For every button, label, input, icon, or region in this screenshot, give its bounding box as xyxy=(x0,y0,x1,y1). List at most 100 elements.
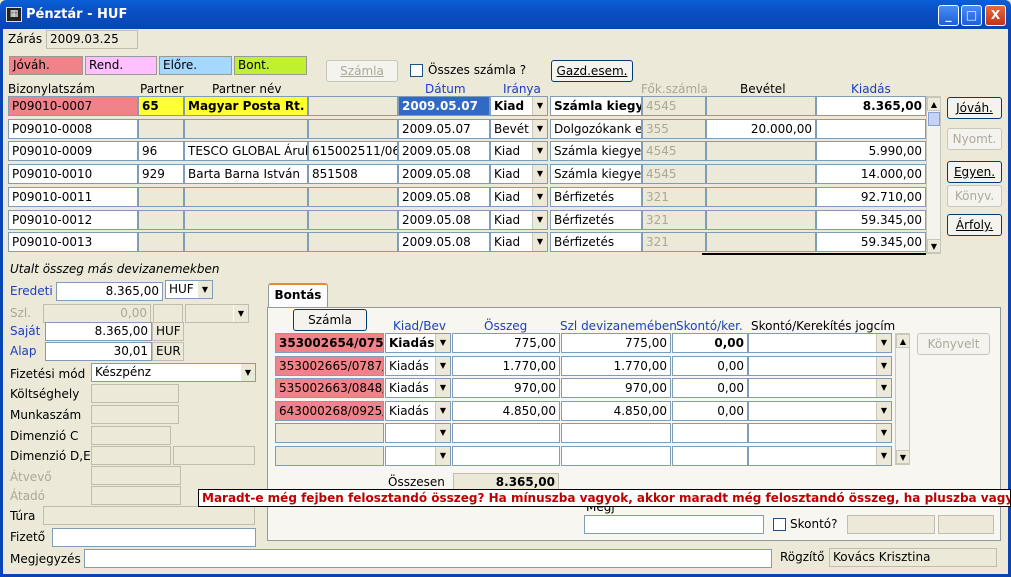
dimenzio-d-field[interactable] xyxy=(91,446,171,465)
bontas-cell-irany[interactable]: ▼ xyxy=(385,445,451,466)
cell-bev[interactable] xyxy=(706,164,816,185)
dropdown-arrow-icon[interactable]: ▼ xyxy=(532,233,547,252)
cell-kiad[interactable]: 59.345,00 xyxy=(816,232,926,253)
fizeto-field[interactable] xyxy=(52,528,256,547)
koltseghely-field[interactable] xyxy=(91,384,179,403)
bontas-cell-szl[interactable]: 4.850,00 xyxy=(561,400,671,421)
cell-kiad[interactable] xyxy=(816,118,926,139)
scroll-up-icon[interactable]: ▲ xyxy=(927,97,941,111)
dropdown-arrow-icon[interactable]: ▼ xyxy=(435,446,450,465)
dropdown-arrow-icon[interactable]: ▼ xyxy=(876,446,891,465)
cell-desc[interactable]: Számla kiegyenlítés xyxy=(550,96,642,116)
dropdown-arrow-icon[interactable]: ▼ xyxy=(532,165,547,184)
cell-datum[interactable]: 2009.05.07 xyxy=(398,96,490,116)
dropdown-arrow-icon[interactable]: ▼ xyxy=(435,401,450,420)
cell-kiad[interactable]: 14.000,00 xyxy=(816,164,926,185)
cell-partner[interactable] xyxy=(138,186,184,207)
cell-nev[interactable] xyxy=(184,232,308,253)
dropdown-arrow-icon[interactable]: ▼ xyxy=(532,210,547,229)
bontas-cell-szl[interactable] xyxy=(561,423,671,443)
cell-datum[interactable]: 2009.05.08 xyxy=(398,186,490,207)
cell-datum[interactable]: 2009.05.08 xyxy=(398,141,490,162)
fizetesi-mod-select[interactable]: Készpénz ▼ xyxy=(91,363,256,382)
dropdown-arrow-icon[interactable]: ▼ xyxy=(435,334,450,352)
bontas-cell-irany[interactable]: ▼ xyxy=(385,423,451,443)
cell-desc[interactable]: Bérfizetés xyxy=(550,186,642,207)
bontas-cell-szl[interactable]: 970,00 xyxy=(561,378,671,398)
bontas-cell-szamla[interactable]: 643000268/0925/0 xyxy=(275,400,384,421)
konyv-button[interactable]: Könyv. xyxy=(947,185,1002,207)
cell-irany[interactable]: Kiad ▼ xyxy=(490,96,548,116)
cell-bev[interactable] xyxy=(706,96,816,116)
bontas-cell-szamla[interactable]: 353002654/0755/0 xyxy=(275,333,384,353)
cell-fok[interactable]: 355 xyxy=(642,118,706,139)
cell-irany[interactable]: Kiad ▼ xyxy=(490,232,548,253)
bontas-cell-osszeg[interactable]: 4.850,00 xyxy=(452,400,560,421)
osszes-szamla-checkbox[interactable] xyxy=(410,64,423,77)
dimenzio-c-field[interactable] xyxy=(91,426,171,445)
cell-bev[interactable] xyxy=(706,232,816,253)
sajat-value[interactable]: 8.365,00 xyxy=(45,322,152,341)
bontas-cell-irany[interactable]: Kiadás ▼ xyxy=(385,400,451,421)
cell-extra[interactable] xyxy=(308,209,398,230)
tab-bontas[interactable]: Bontás xyxy=(268,283,328,308)
egyen-button[interactable]: Egyen. xyxy=(947,161,1002,183)
cell-bev[interactable]: 20.000,00 xyxy=(706,118,816,139)
dropdown-arrow-icon[interactable]: ▼ xyxy=(532,119,547,138)
cell-kiad[interactable]: 92.710,00 xyxy=(816,186,926,207)
bontas-cell-skonto[interactable] xyxy=(672,445,748,466)
cell-partner[interactable]: 65 xyxy=(138,96,184,116)
scroll-down-icon[interactable]: ▼ xyxy=(927,239,941,253)
cell-nev[interactable] xyxy=(184,209,308,230)
cell-kiad[interactable]: 8.365,00 xyxy=(816,96,926,116)
dropdown-arrow-icon[interactable]: ▼ xyxy=(435,379,450,397)
bontas-cell-irany[interactable]: Kiadás ▼ xyxy=(385,378,451,398)
cell-nev[interactable] xyxy=(184,118,308,139)
cell-biz[interactable]: P09010-0010 xyxy=(8,164,138,185)
szamla-button[interactable]: Számla xyxy=(326,60,398,82)
bontas-cell-osszeg[interactable] xyxy=(452,445,560,466)
bontas-cell-szl[interactable]: 1.770,00 xyxy=(561,355,671,376)
cell-desc[interactable]: Számla kiegyenlítés xyxy=(550,141,642,162)
cell-fok[interactable]: 321 xyxy=(642,186,706,207)
bontas-cell-skonto[interactable] xyxy=(672,423,748,443)
dimenzio-e-field[interactable] xyxy=(173,446,255,465)
dropdown-arrow-icon[interactable]: ▼ xyxy=(876,379,891,397)
arfoly-button[interactable]: Árfoly. xyxy=(947,214,1002,236)
dropdown-arrow-icon[interactable]: ▼ xyxy=(532,142,547,161)
cell-nev[interactable] xyxy=(184,186,308,207)
cell-bev[interactable] xyxy=(706,141,816,162)
cell-irany[interactable]: Bevét ▼ xyxy=(490,118,548,139)
cell-irany[interactable]: Kiad ▼ xyxy=(490,141,548,162)
bontas-cell-jogcim[interactable]: ▼ xyxy=(748,445,892,466)
bontas-cell-szamla[interactable]: 535002663/0848/0 xyxy=(275,378,384,398)
skonto-extra-field[interactable] xyxy=(938,515,994,534)
bontas-cell-szamla[interactable] xyxy=(275,445,384,466)
bontas-cell-osszeg[interactable] xyxy=(452,423,560,443)
cell-extra[interactable] xyxy=(308,118,398,139)
bontas-cell-skonto[interactable]: 0,00 xyxy=(672,333,748,353)
cell-fok[interactable]: 321 xyxy=(642,209,706,230)
cell-irany[interactable]: Kiad ▼ xyxy=(490,164,548,185)
bontas-szamla-button[interactable]: Számla xyxy=(293,309,367,331)
bontas-cell-jogcim[interactable]: ▼ xyxy=(748,378,892,398)
bontas-cell-szl[interactable]: 775,00 xyxy=(561,333,671,353)
skonto-checkbox[interactable] xyxy=(773,518,786,531)
scroll-thumb[interactable] xyxy=(928,112,940,126)
szl-currency-select[interactable]: ▼ xyxy=(185,304,249,323)
megj-field[interactable] xyxy=(584,515,764,534)
cell-kiad[interactable]: 59.345,00 xyxy=(816,209,926,230)
cell-irany[interactable]: Kiad ▼ xyxy=(490,209,548,230)
cell-extra[interactable] xyxy=(308,186,398,207)
cell-fok[interactable]: 321 xyxy=(642,232,706,253)
tura-field[interactable] xyxy=(43,506,255,525)
bontas-cell-irany[interactable]: Kiadás ▼ xyxy=(385,333,451,353)
jovah-button[interactable]: Jóváh. xyxy=(947,97,1002,119)
title-bar[interactable]: ▦ Pénztár - HUF _ □ X xyxy=(0,0,1011,29)
cell-nev[interactable]: TESCO GLOBAL Áruházak xyxy=(184,141,308,162)
cell-partner[interactable] xyxy=(138,232,184,253)
bontas-cell-jogcim[interactable]: ▼ xyxy=(748,355,892,376)
dropdown-arrow-icon[interactable]: ▼ xyxy=(435,424,450,442)
dropdown-arrow-icon[interactable]: ▼ xyxy=(532,187,547,206)
close-button[interactable]: X xyxy=(985,5,1006,26)
